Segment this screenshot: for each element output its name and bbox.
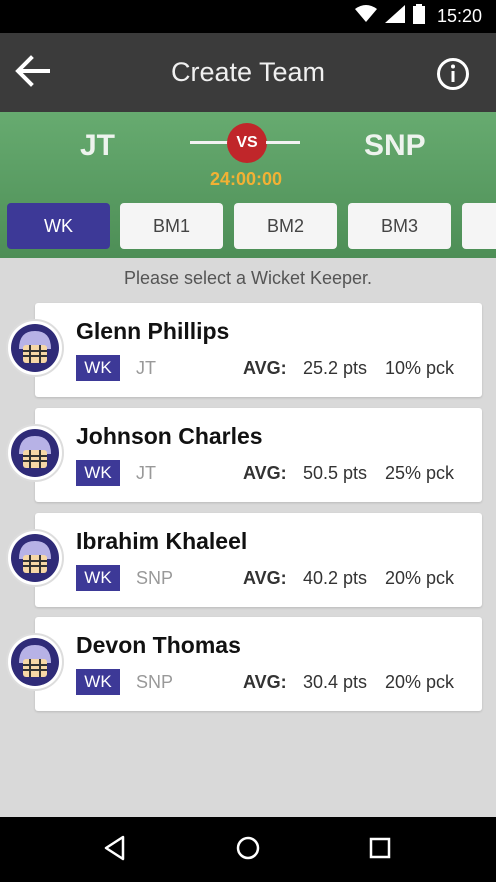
info-icon <box>436 57 470 96</box>
avg-points: 25.2 pts <box>303 358 368 378</box>
status-bar: 15:20 <box>0 0 496 33</box>
player-avatar-helmet-icon <box>6 424 64 482</box>
tab-next-partial[interactable] <box>462 203 496 249</box>
avg-label: AVG: <box>243 463 287 483</box>
player-avatar-helmet-icon <box>6 529 64 587</box>
pick-percent: 10% pck <box>385 358 455 378</box>
arrow-left-icon <box>14 54 50 92</box>
back-button[interactable] <box>12 53 52 93</box>
tab-wk[interactable]: WK <box>7 203 110 249</box>
triangle-back-icon <box>103 835 127 866</box>
role-badge: WK <box>76 355 120 381</box>
player-card[interactable]: Devon Thomas WK SNP AVG: 30.4 pts 20% pc… <box>35 617 482 711</box>
vs-divider-right <box>266 141 300 144</box>
signal-icon <box>384 5 405 28</box>
player-name: Devon Thomas <box>76 632 241 658</box>
role-tabs: WK BM1 BM2 BM3 <box>0 203 496 249</box>
info-button[interactable] <box>434 57 472 95</box>
match-header: JT VS SNP 24:00:00 WK BM1 BM2 BM3 <box>0 112 496 258</box>
vs-badge: VS <box>227 123 267 163</box>
pick-percent: 20% pck <box>385 568 455 588</box>
player-name: Glenn Phillips <box>76 318 230 344</box>
app-bar: Create Team <box>0 33 496 112</box>
tab-bm2[interactable]: BM2 <box>234 203 337 249</box>
player-card[interactable]: Glenn Phillips WK JT AVG: 25.2 pts 10% p… <box>35 303 482 397</box>
avg-points: 50.5 pts <box>303 463 368 483</box>
player-card[interactable]: Ibrahim Khaleel WK SNP AVG: 40.2 pts 20%… <box>35 513 482 607</box>
avg-points: 40.2 pts <box>303 568 368 588</box>
role-badge: WK <box>76 669 120 695</box>
tab-label: BM2 <box>266 215 304 236</box>
system-nav-bar <box>0 817 496 882</box>
nav-back-button[interactable] <box>100 835 130 865</box>
player-name: Johnson Charles <box>76 423 263 449</box>
role-badge: WK <box>76 460 120 486</box>
player-avatar-helmet-icon <box>6 633 64 691</box>
player-team: JT <box>136 358 156 378</box>
wifi-icon <box>354 5 377 28</box>
pick-percent: 20% pck <box>385 672 455 692</box>
nav-recents-button[interactable] <box>365 835 395 865</box>
avg-label: AVG: <box>243 358 287 378</box>
countdown-timer: 24:00:00 <box>209 169 283 189</box>
status-time: 15:20 <box>436 6 482 26</box>
tab-label: BM1 <box>152 215 190 236</box>
tab-label: WK <box>44 215 73 236</box>
avg-points: 30.4 pts <box>303 672 368 692</box>
team-right-name: SNP <box>364 129 426 162</box>
selection-hint: Please select a Wicket Keeper. <box>123 268 373 288</box>
tab-bm1[interactable]: BM1 <box>120 203 223 249</box>
avg-label: AVG: <box>243 568 287 588</box>
nav-home-button[interactable] <box>233 835 263 865</box>
page-title: Create Team <box>170 57 326 87</box>
pick-percent: 25% pck <box>385 463 455 483</box>
player-team: SNP <box>136 672 174 692</box>
battery-icon <box>412 4 425 29</box>
tab-bm3[interactable]: BM3 <box>348 203 451 249</box>
player-team: SNP <box>136 568 174 588</box>
role-badge: WK <box>76 565 120 591</box>
tab-label: BM3 <box>380 215 418 236</box>
player-team: JT <box>136 463 156 483</box>
team-left-name: JT <box>80 129 116 162</box>
avg-label: AVG: <box>243 672 287 692</box>
player-avatar-helmet-icon <box>6 319 64 377</box>
player-card[interactable]: Johnson Charles WK JT AVG: 50.5 pts 25% … <box>35 408 482 502</box>
circle-home-icon <box>235 835 261 866</box>
square-recents-icon <box>368 836 392 865</box>
player-name: Ibrahim Khaleel <box>76 528 248 554</box>
vs-divider-left <box>190 141 228 144</box>
